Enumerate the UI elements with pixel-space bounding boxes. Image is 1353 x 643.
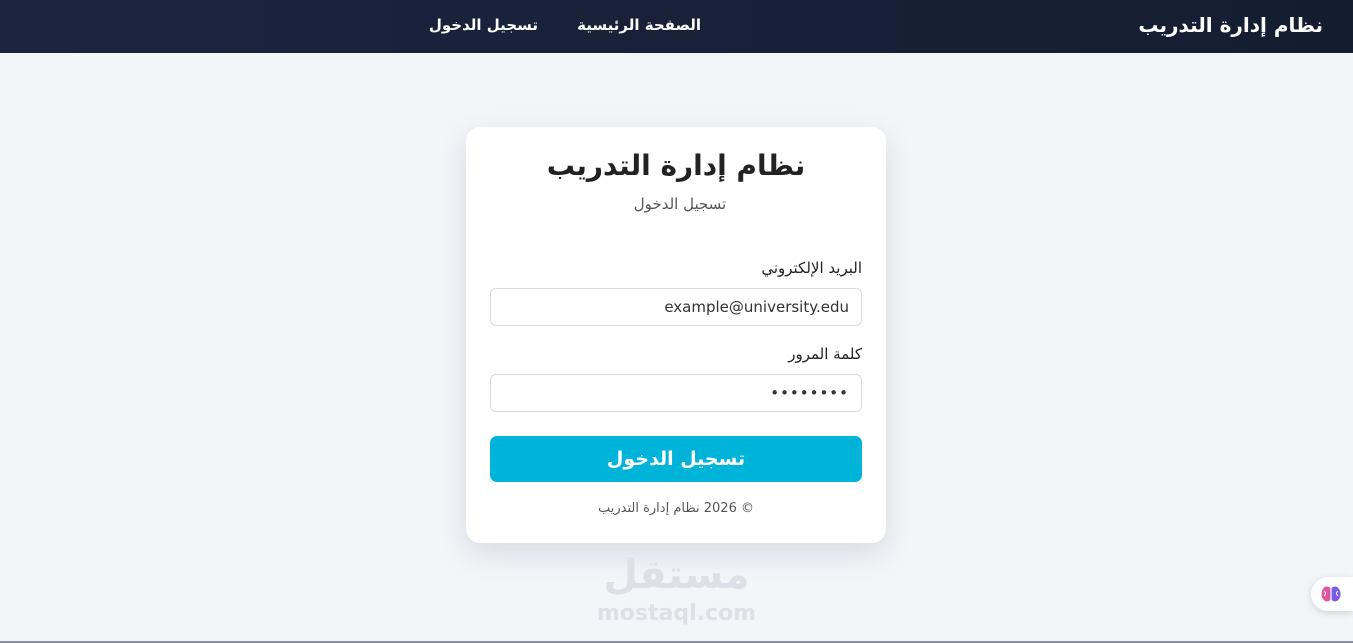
login-title: نظام إدارة التدريب (546, 149, 806, 182)
nav-link-home[interactable]: الصفحة الرئيسية (577, 16, 701, 34)
brain-icon (1321, 586, 1341, 602)
top-navbar: نظام إدارة التدريب الصفحة الرئيسية تسجيل… (0, 0, 1353, 53)
watermark-logo-latin: mostaql.com (596, 601, 757, 626)
copyright-footer: © 2026 نظام إدارة التدريب (597, 501, 754, 516)
watermark-logo-arabic: مستقل (603, 552, 750, 598)
password-field[interactable] (490, 374, 862, 412)
nav-link-login[interactable]: تسجيل الدخول (429, 16, 538, 34)
password-label: كلمة المرور (788, 345, 862, 363)
email-label: البريد الإلكتروني (761, 259, 862, 277)
login-card: نظام إدارة التدريب تسجيل الدخول البريد ا… (466, 127, 886, 543)
email-field[interactable] (490, 288, 862, 326)
assistant-widget-button[interactable] (1311, 577, 1353, 611)
nav-brand[interactable]: نظام إدارة التدريب (1138, 13, 1323, 37)
login-button[interactable]: تسجيل الدخول (490, 436, 862, 482)
login-subtitle: تسجيل الدخول (633, 195, 727, 213)
